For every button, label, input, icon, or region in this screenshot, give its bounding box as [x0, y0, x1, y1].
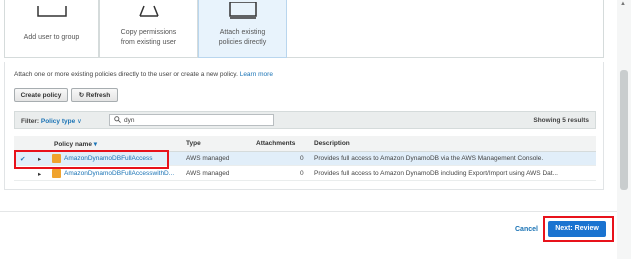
table-row[interactable]: ▸ AmazonDynamoDBFullAccesswithD... AWS m… — [14, 167, 596, 181]
card-spacer — [287, 0, 604, 58]
policy-attachments: 0 — [300, 170, 304, 177]
card-label: Attach existing policies directly — [218, 29, 267, 46]
policy-type: AWS managed — [186, 155, 230, 162]
filter-label: Filter: Policy type ∨ — [21, 118, 82, 125]
highlight-box-policy-row — [14, 150, 169, 169]
results-count: Showing 5 results — [533, 117, 589, 124]
learn-more-link[interactable]: Learn more — [240, 71, 273, 78]
policy-name-link[interactable]: AmazonDynamoDBFullAccesswithD... — [64, 170, 182, 177]
policy-type: AWS managed — [186, 170, 230, 177]
card-attach-policies[interactable]: Attach existing policies directly — [198, 0, 287, 58]
footer-divider — [0, 211, 631, 212]
filter-bar: Filter: Policy type ∨ dyn Showing 5 resu… — [14, 111, 596, 129]
column-header-type[interactable]: Type — [186, 140, 201, 147]
column-header-policy-name[interactable]: Policy name ▾ — [54, 140, 97, 148]
search-value: dyn — [124, 117, 135, 124]
document-icon — [228, 2, 257, 19]
column-header-attachments[interactable]: Attachments — [256, 140, 295, 147]
highlight-box-next-button — [543, 216, 614, 242]
expand-icon[interactable]: ▸ — [38, 170, 41, 178]
intro-text: Attach one or more existing policies dir… — [14, 71, 273, 78]
cancel-button[interactable]: Cancel — [515, 226, 538, 233]
search-icon — [114, 116, 121, 125]
policy-icon — [52, 169, 61, 178]
user-icon — [138, 5, 159, 17]
sort-icon: ▾ — [93, 141, 98, 148]
policy-attachments: 0 — [300, 155, 304, 162]
chevron-down-icon: ∨ — [77, 118, 82, 125]
policy-type-dropdown[interactable]: Policy type ∨ — [41, 118, 82, 125]
group-icon — [36, 6, 67, 17]
search-input[interactable]: dyn — [109, 114, 274, 126]
create-policy-button[interactable]: Create policy — [14, 88, 68, 102]
policy-description: Provides full access to Amazon DynamoDB … — [314, 155, 544, 162]
scrollbar-thumb[interactable] — [620, 70, 628, 190]
card-label: Copy permissions from existing user — [120, 29, 177, 46]
refresh-button[interactable]: ↻ Refresh — [71, 88, 118, 102]
scroll-up-icon[interactable]: ▲ — [620, 1, 626, 7]
card-copy-permissions[interactable]: Copy permissions from existing user — [99, 0, 198, 58]
refresh-icon: ↻ — [78, 92, 85, 99]
refresh-label: Refresh — [86, 92, 111, 99]
card-label: Add user to group — [23, 34, 80, 41]
card-add-user-to-group[interactable]: Add user to group — [4, 0, 99, 58]
policy-description: Provides full access to Amazon DynamoDB … — [314, 170, 558, 177]
column-header-description[interactable]: Description — [314, 140, 350, 147]
